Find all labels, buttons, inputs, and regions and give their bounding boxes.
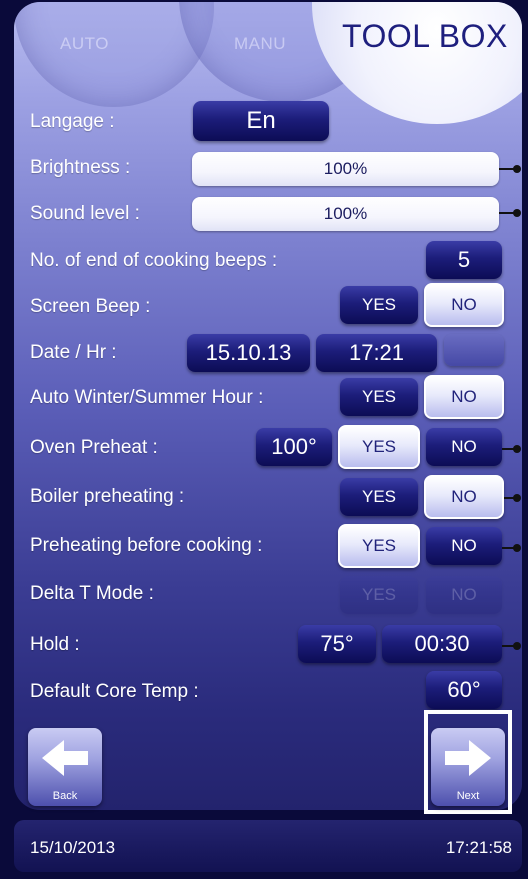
default-core-temp-label: Default Core Temp : [30, 681, 199, 702]
hold-pointer-dot [513, 642, 521, 650]
time-button[interactable]: 17:21 [316, 334, 437, 372]
footer-time: 17:21:58 [445, 838, 512, 857]
delta-t-mode-yes-button: YES [340, 576, 418, 614]
brightness-label: Brightness : [30, 157, 131, 178]
date-hr-label: Date / Hr : [30, 342, 117, 363]
oven-preheat-temp-button[interactable]: 100° [256, 428, 332, 466]
hold-temp-button[interactable]: 75° [298, 625, 376, 663]
winter-summer-no-button[interactable]: NO [424, 375, 504, 419]
delta-t-mode-label: Delta T Mode : [30, 583, 154, 604]
arrow-left-icon [42, 740, 88, 776]
tab-auto-label: AUTO [60, 34, 109, 53]
oven-preheat-no-button[interactable]: NO [426, 428, 502, 466]
language-button[interactable]: En [193, 101, 329, 141]
next-button[interactable]: Next [431, 728, 505, 806]
sound-pointer-dot [513, 209, 521, 217]
language-label: Langage : [30, 111, 115, 132]
hold-time-button[interactable]: 00:30 [382, 625, 502, 663]
screen-beep-no-button[interactable]: NO [424, 283, 504, 327]
brightness-bar[interactable]: 100% [192, 152, 499, 186]
preheating-before-cooking-pointer-dot [513, 544, 521, 552]
footer-date: 15/10/2013 [30, 838, 116, 857]
screen-beep-yes-button[interactable]: YES [340, 286, 418, 324]
screen-beep-label: Screen Beep : [30, 296, 151, 317]
default-core-temp-button[interactable]: 60° [426, 671, 502, 709]
arrow-right-icon [445, 740, 491, 776]
winter-summer-yes-button[interactable]: YES [340, 378, 418, 416]
page-title: TOOL BOX [342, 18, 508, 54]
boiler-preheating-yes-button[interactable]: YES [340, 478, 418, 516]
next-button-label: Next [456, 790, 480, 802]
delta-t-mode-no-button: NO [426, 576, 502, 614]
preheating-before-cooking-label: Preheating before cooking : [30, 535, 263, 556]
back-button[interactable]: Back [28, 728, 102, 806]
date-button[interactable]: 15.10.13 [187, 334, 310, 372]
sound-label: Sound level : [30, 203, 140, 224]
hold-label: Hold : [30, 634, 80, 655]
beeps-value-button[interactable]: 5 [426, 241, 502, 279]
screen: AUTO MANU TOOL BOX Langage : En Brightne… [0, 0, 528, 879]
boiler-preheating-pointer-dot [513, 494, 521, 502]
brightness-pointer-dot [513, 165, 521, 173]
preheating-before-cooking-no-button[interactable]: NO [426, 527, 502, 565]
oven-preheat-yes-button[interactable]: YES [338, 425, 420, 469]
winter-summer-label: Auto Winter/Summer Hour : [30, 387, 264, 408]
date-hr-extra-button[interactable] [444, 334, 504, 366]
boiler-preheating-no-button[interactable]: NO [424, 475, 504, 519]
oven-preheat-label: Oven Preheat : [30, 437, 158, 458]
status-bar: 15/10/2013 17:21:58 [14, 820, 522, 872]
preheating-before-cooking-yes-button[interactable]: YES [338, 524, 420, 568]
sound-bar[interactable]: 100% [192, 197, 499, 231]
back-button-label: Back [52, 790, 78, 802]
oven-preheat-pointer-dot [513, 445, 521, 453]
beeps-label: No. of end of cooking beeps : [30, 250, 278, 271]
boiler-preheating-label: Boiler preheating : [30, 486, 185, 507]
tab-manu-label: MANU [234, 34, 287, 53]
